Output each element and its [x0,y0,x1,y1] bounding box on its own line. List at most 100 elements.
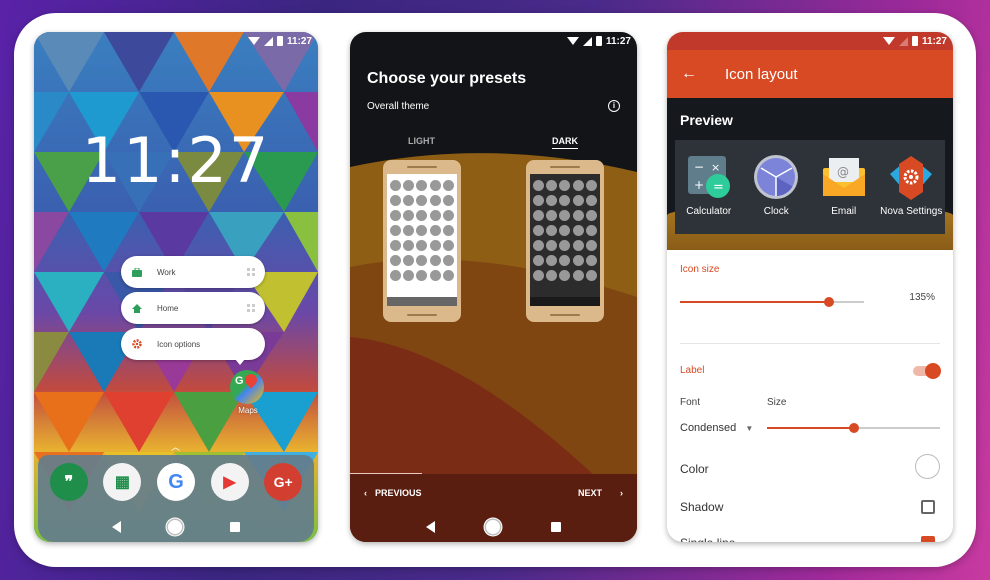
shortcut-label: Home [157,303,179,313]
google-icon[interactable]: G [156,463,195,501]
chevron-right-icon: › [620,488,623,498]
dark-theme-preview[interactable] [526,160,604,322]
shortcut-work[interactable]: Work [121,256,265,288]
next-button[interactable]: NEXT › [578,488,623,498]
svg-text:@: @ [837,165,849,179]
drag-handle-icon[interactable] [247,268,255,276]
svg-text:−: − [694,160,704,174]
status-bar: 11:27 [667,32,953,50]
maps-icon: G [230,370,264,404]
app-bar: ← Icon layout [667,50,953,98]
shortcut-label: Icon options [157,339,201,349]
previous-button[interactable]: ‹ PREVIOUS [364,488,422,498]
font-label: Font [680,397,701,408]
preview-app-email: @ Email [812,154,876,217]
phone-presets-screen: 11:27 Choose your presets Overall theme … [350,32,637,542]
svg-text:×: × [711,161,720,174]
hangouts-icon[interactable]: ❞ [49,463,88,501]
section-label: Overall theme [367,101,430,112]
back-icon[interactable] [425,521,435,533]
gear-icon [131,338,143,350]
preview-section: Preview −× + = Calculator Clock @ Email [667,98,953,250]
status-bar: 11:27 [34,32,318,50]
slider-fill [767,426,854,429]
wifi-icon [566,37,579,45]
google-plus-icon[interactable]: G+ [264,463,303,501]
battery-icon [595,36,602,46]
sheets-play-icon[interactable]: ▦ [103,463,142,501]
settings-list: Icon size 135% Label Font Size Condensed… [667,250,953,542]
label-section-title: Label [680,365,705,376]
popup-pointer [235,359,245,365]
app-drawer-chevron-up-icon[interactable]: ︿ [171,440,180,453]
shadow-checkbox[interactable] [921,500,935,514]
slider-fill [680,300,830,303]
shortcut-icon-options[interactable]: Icon options [121,328,265,365]
shortcut-home[interactable]: Home [121,292,265,324]
size-label: Size [767,397,787,408]
next-label: NEXT [577,488,602,498]
color-swatch[interactable] [915,454,940,479]
signal-icon [263,36,273,46]
app-label: Nova Settings [880,206,943,217]
home-button-icon[interactable] [485,520,500,534]
slider-thumb[interactable] [848,423,859,433]
battery-icon [276,36,283,46]
icon-size-label: Icon size [680,264,720,275]
signal-icon [898,36,908,46]
page-title: Icon layout [725,65,798,83]
app-shortcuts-popup: Work Home Icon options [121,256,265,365]
label-size-slider[interactable] [767,422,940,434]
app-maps[interactable]: G Maps [230,370,266,415]
app-label: Calculator [686,206,732,217]
icon-size-slider[interactable] [680,296,864,308]
preview-app-nova-settings: Nova Settings [879,154,943,217]
clock-widget[interactable]: 11:27 [34,124,318,197]
status-bar: 11:27 [350,32,637,50]
nova-settings-icon [888,154,934,200]
light-theme-preview[interactable] [383,160,461,322]
app-label: Maps [238,406,258,415]
font-dropdown[interactable]: Condensed ▼ [680,422,753,434]
youtube-studio-icon[interactable]: ▶ [210,463,249,501]
previous-label: PREVIOUS [375,488,422,498]
icon-size-value: 135% [909,292,935,303]
preview-app-calculator: − × + = Calculator [677,154,741,217]
status-time: 11:27 [605,35,631,47]
drag-handle-icon[interactable] [247,304,255,312]
recents-icon[interactable] [551,522,562,532]
status-time: 11:27 [286,35,312,47]
page-title: Choose your presets [367,70,527,87]
single-line-checkbox[interactable] [921,536,935,542]
briefcase-icon [131,266,143,278]
clock-icon [753,154,799,200]
info-icon[interactable]: i [608,100,620,112]
home-button-icon[interactable] [168,520,183,534]
svg-text:=: = [713,180,724,195]
label-toggle[interactable] [911,363,941,379]
nav-bar [350,520,637,534]
single-line-label: Single line [680,536,735,542]
arrow-back-icon[interactable]: ← [681,65,725,83]
dock: ❞ ▦ G ▶ G+ [38,455,314,542]
home-icon [131,302,143,314]
phone-icon-layout-screen: 11:27 ← Icon layout Preview − × + = Calcula… [667,32,953,542]
bottom-bar: ‹ PREVIOUS NEXT › [350,474,637,542]
shortcut-label: Work [157,267,176,277]
wifi-icon [247,37,260,45]
preview-app-clock: Clock [744,154,808,217]
slider-thumb[interactable] [824,297,835,307]
tab-dark[interactable]: DARK [552,136,578,149]
back-icon[interactable] [111,521,121,533]
calculator-icon: − × + = [686,154,732,200]
color-label: Color [680,462,709,476]
chevron-left-icon: ‹ [364,488,367,498]
app-label: Clock [763,206,789,217]
dropdown-arrow-icon: ▼ [745,424,754,433]
tab-light[interactable]: LIGHT [408,136,435,146]
email-icon: @ [821,154,867,200]
battery-icon [911,36,918,46]
recents-icon[interactable] [230,522,241,532]
nav-bar [38,520,314,534]
wifi-icon [882,37,895,45]
